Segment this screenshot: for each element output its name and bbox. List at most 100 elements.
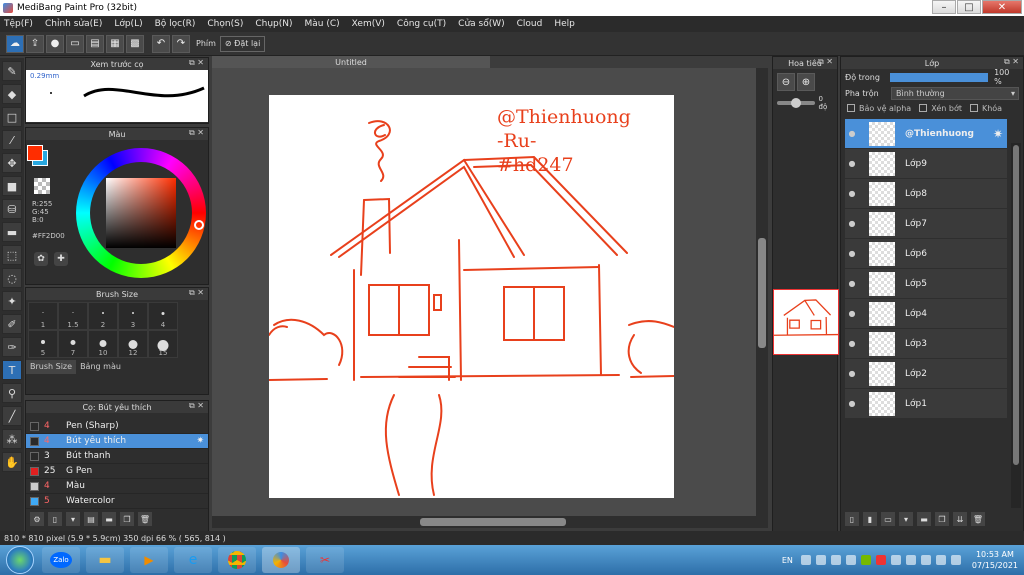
zoom-in-icon[interactable]: ⊕ (797, 73, 815, 91)
undo-button[interactable]: ↶ (152, 34, 170, 53)
add-layer-icon[interactable]: ▾ (899, 512, 913, 526)
tray-icon[interactable] (890, 555, 901, 565)
opacity-slider[interactable] (890, 72, 989, 82)
canvas-paper[interactable]: @Thienhuong -Ru- #hd247 (268, 95, 675, 498)
bucket-tool-icon[interactable]: ⛁ (2, 199, 22, 219)
menu-view[interactable]: Xem(V) (352, 19, 385, 29)
select-pen-icon[interactable]: ✐ (2, 314, 22, 334)
ie-icon[interactable]: e (174, 547, 212, 573)
size-cell[interactable]: 10 (88, 330, 118, 358)
network-icon[interactable] (935, 555, 946, 565)
tray-icon[interactable] (800, 555, 811, 565)
duplicate-layer-icon[interactable]: ❐ (935, 512, 949, 526)
menu-color[interactable]: Màu (C) (305, 19, 340, 29)
menu-snap[interactable]: Chụp(N) (255, 19, 292, 29)
size-cell[interactable]: 5 (28, 330, 58, 358)
menu-cloud[interactable]: Cloud (517, 19, 543, 29)
brush-item[interactable]: 25 G Pen (26, 464, 208, 479)
close-button[interactable]: ✕ (982, 0, 1022, 14)
fill-rect-icon[interactable]: ■ (2, 176, 22, 196)
palette-icon[interactable]: ✿ (34, 252, 48, 266)
zoom-out-icon[interactable]: ⊖ (777, 73, 795, 91)
panel-controls-icon[interactable]: ⧉ ✕ (1004, 57, 1019, 67)
layer-item[interactable]: ● Lớp2 (845, 359, 1007, 388)
tab-brush-size[interactable]: Brush Size (26, 360, 77, 374)
layer-item[interactable]: ● Lớp7 (845, 209, 1007, 238)
tray-icon[interactable] (815, 555, 826, 565)
navigator-thumbnail[interactable] (773, 289, 839, 355)
menu-window[interactable]: Cửa sổ(W) (458, 19, 504, 29)
new-layer-icon[interactable]: ▯ (845, 512, 859, 526)
protect-alpha-checkbox[interactable] (847, 104, 855, 112)
maximize-button[interactable]: □ (957, 0, 981, 14)
hue-handle[interactable] (194, 220, 204, 230)
menu-select[interactable]: Chọn(S) (207, 19, 243, 29)
layer-item[interactable]: ● Lớp5 (845, 269, 1007, 298)
add-brush-icon[interactable]: ▾ (66, 512, 80, 526)
note-icon[interactable]: ▭ (66, 34, 84, 53)
brush-item[interactable]: 4 Pen (Sharp) (26, 419, 208, 434)
duplicate-icon[interactable]: ❐ (120, 512, 134, 526)
merge-layer-icon[interactable]: ⇊ (953, 512, 967, 526)
select-eraser-icon[interactable]: ✑ (2, 337, 22, 357)
eyedropper-icon[interactable]: ⁂ (2, 429, 22, 449)
clock[interactable]: 10:53 AM 07/15/2021 (972, 549, 1018, 571)
select-tool-icon[interactable]: ⬚ (2, 245, 22, 265)
layer-item[interactable]: ● Lớp8 (845, 179, 1007, 208)
clipping-checkbox[interactable] (919, 104, 928, 112)
menu-help[interactable]: Help (554, 19, 575, 29)
battery-icon[interactable] (920, 555, 931, 565)
brush-item[interactable]: 4 Bút yêu thích ✷ (26, 434, 208, 449)
comment-icon[interactable]: ● (46, 34, 64, 53)
new-layer-1bit-icon[interactable]: ▭ (881, 512, 895, 526)
document-icon[interactable]: ▤ (86, 34, 104, 53)
start-button[interactable] (6, 546, 34, 574)
size-cell[interactable]: 12 (118, 330, 148, 358)
size-cell[interactable]: 2 (88, 302, 118, 330)
eye-icon[interactable]: ● (845, 189, 859, 198)
layer-item[interactable]: ● Lớp1 (845, 389, 1007, 418)
brush-item[interactable]: 5 Watercolor (26, 494, 208, 509)
brush-item[interactable]: 4 Màu (26, 479, 208, 494)
layer-item[interactable]: ● Lớp9 (845, 149, 1007, 178)
cloud-icon[interactable]: ☁ (6, 34, 24, 53)
eye-icon[interactable]: ● (845, 279, 859, 288)
pen-tool-icon[interactable]: ⁄ (2, 130, 22, 150)
gear-icon[interactable]: ✷ (993, 127, 1003, 141)
new-layer-8bit-icon[interactable]: ▮ (863, 512, 877, 526)
media-player-icon[interactable]: ▶ (130, 547, 168, 573)
eye-icon[interactable]: ● (845, 399, 859, 408)
move-tool-icon[interactable]: ✥ (2, 153, 22, 173)
tiles-icon[interactable]: ▩ (126, 34, 144, 53)
language-indicator[interactable]: EN (782, 556, 793, 565)
eye-icon[interactable]: ● (845, 339, 859, 348)
blend-mode-select[interactable]: Bình thường ▾ (891, 86, 1019, 100)
panel-controls-icon[interactable]: ⧉ ✕ (818, 57, 833, 67)
menu-tools[interactable]: Công cụ(T) (397, 19, 446, 29)
folder-icon[interactable]: ▬ (86, 547, 124, 573)
folder-icon[interactable]: ▬ (917, 512, 931, 526)
volume-icon[interactable] (905, 555, 916, 565)
flag-icon[interactable] (950, 555, 961, 565)
magic-wand-icon[interactable]: ✦ (2, 291, 22, 311)
folder-icon[interactable]: ▬ (102, 512, 116, 526)
copy-icon[interactable]: ▤ (84, 512, 98, 526)
size-cell[interactable]: 15 (148, 330, 178, 358)
settings-icon[interactable]: ⚙ (30, 512, 44, 526)
trash-icon[interactable]: 🗑 (971, 512, 985, 526)
tray-icon[interactable] (845, 555, 856, 565)
eye-icon[interactable]: ● (845, 249, 859, 258)
tab-palette[interactable]: Bảng màu (76, 360, 125, 374)
eye-icon[interactable]: ● (845, 309, 859, 318)
layer-item[interactable]: ● Lớp3 (845, 329, 1007, 358)
chrome-icon[interactable] (218, 547, 256, 573)
menu-layer[interactable]: Lớp(L) (114, 19, 142, 29)
hand-tool-icon[interactable]: ✋ (2, 452, 22, 472)
rotation-slider[interactable] (777, 98, 815, 108)
horizontal-scrollbar[interactable] (212, 516, 768, 528)
menu-filter[interactable]: Bộ lọc(R) (155, 19, 196, 29)
antivirus-icon[interactable] (875, 555, 886, 565)
panel-controls-icon[interactable]: ⧉ ✕ (189, 401, 204, 411)
eye-icon[interactable]: ● (845, 219, 859, 228)
transparent-color-swatch[interactable] (34, 178, 50, 194)
